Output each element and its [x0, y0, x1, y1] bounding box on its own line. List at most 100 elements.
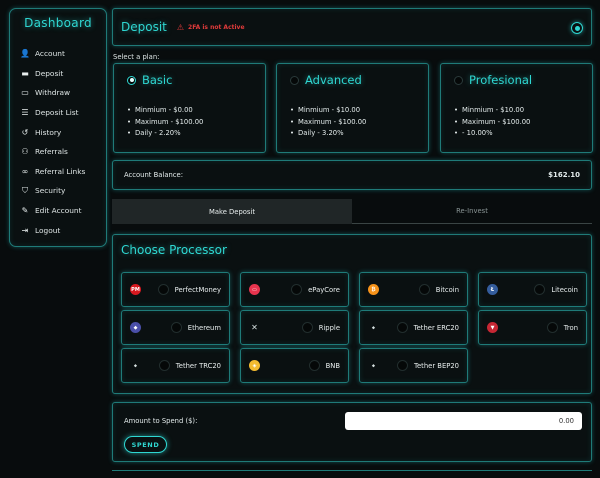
plan-card-advanced[interactable]: Advanced Minmium - $10.00 Maximum - $100…: [276, 63, 429, 153]
warning-icon: ⚠: [176, 22, 185, 32]
plan-name: Advanced: [305, 73, 362, 87]
select-plan-label: Select a plan:: [113, 53, 160, 61]
processor-radio[interactable]: [418, 284, 430, 295]
processor-name: Tether TRC20: [175, 361, 221, 370]
plan-radio-profesional[interactable]: [454, 75, 463, 85]
plan-detail: Minmium - $10.00: [290, 105, 428, 117]
processor-option[interactable]: ⬩ Tether TRC20: [121, 348, 230, 383]
plan-detail: Daily - 2.20%: [127, 128, 265, 140]
plan-detail: Maximum - $100.00: [290, 117, 428, 129]
tether-bep20-icon: ⬩: [372, 360, 375, 370]
processor-name: BNB: [325, 361, 340, 370]
processor-option[interactable]: ▼ Tron: [478, 310, 587, 345]
sidebar-item-label: Account: [35, 49, 65, 59]
withdraw-icon: ▭: [21, 88, 29, 98]
processor-name: Ethereum: [187, 323, 221, 332]
sidebar-item-deposit[interactable]: ▬ Deposit: [10, 64, 106, 84]
plan-card-basic[interactable]: Basic Minmium - $0.00 Maximum - $100.00 …: [113, 63, 266, 153]
sidebar-menu: 👤 Account ▬ Deposit ▭ Withdraw ☰ Deposit Lis…: [10, 44, 106, 240]
edit-icon: ✎: [21, 206, 29, 216]
plan-detail: Daily - 3.20%: [290, 128, 428, 140]
sidebar-item-label: Referral Links: [35, 166, 86, 176]
plan-radio-basic[interactable]: [127, 75, 136, 85]
sidebar-item-withdraw[interactable]: ▭ Withdraw: [10, 83, 106, 103]
balance-value: $162.10: [548, 171, 580, 179]
tab-re-invest[interactable]: Re-Invest: [352, 199, 592, 224]
processor-option[interactable]: ⬩ Tether ERC20: [359, 310, 468, 345]
sidebar-item-edit-account[interactable]: ✎ Edit Account: [10, 201, 106, 221]
sidebar-item-referral-links[interactable]: ∞ Referral Links: [10, 162, 106, 182]
sidebar-item-label: History: [35, 127, 62, 137]
processor-radio[interactable]: [301, 322, 313, 333]
processor-radio[interactable]: [157, 284, 169, 295]
bottom-divider: [112, 470, 592, 478]
processor-option[interactable]: ◈ BNB: [240, 348, 349, 383]
processor-radio[interactable]: [396, 322, 408, 333]
processor-option[interactable]: PM PerfectMoney: [121, 272, 230, 307]
tether-trc20-icon: ⬩: [134, 360, 137, 370]
sidebar-item-label: Edit Account: [35, 206, 82, 216]
amount-label: Amount to Spend ($):: [124, 417, 198, 425]
plan-detail: Maximum - $100.00: [127, 117, 265, 129]
plan-detail: - 10.00%: [454, 128, 592, 140]
sidebar-item-account[interactable]: 👤 Account: [10, 44, 106, 64]
tron-icon: ▼: [487, 322, 498, 333]
plan-name: Profesional: [469, 73, 533, 87]
plan-card-profesional[interactable]: Profesional Minmium - $10.00 Maximum - $…: [440, 63, 593, 153]
sidebar-item-history[interactable]: ↺ History: [10, 122, 106, 142]
account-balance-bar: Account Balance: $162.10: [112, 160, 592, 190]
sidebar-item-logout[interactable]: ⇥ Logout: [10, 220, 106, 240]
processor-name: Tether ERC20: [413, 323, 459, 332]
history-icon: ↺: [21, 127, 29, 137]
sidebar-item-label: Logout: [35, 225, 61, 235]
processor-name: Litecoin: [551, 285, 578, 294]
sidebar-item-label: Deposit List: [35, 108, 79, 118]
sidebar-item-referrals[interactable]: ⚇ Referrals: [10, 142, 106, 162]
processor-radio[interactable]: [397, 360, 408, 371]
sidebar-item-label: Security: [35, 186, 66, 196]
spend-button[interactable]: SPEND: [124, 436, 167, 453]
processor-option[interactable]: Ł Litecoin: [478, 272, 587, 307]
deposit-tabs: Make Deposit Re-Invest: [112, 199, 592, 224]
processor-radio[interactable]: [291, 284, 303, 295]
page-title: Deposit: [121, 20, 167, 34]
processor-title: Choose Processor: [121, 243, 227, 257]
epaycore-icon: ▭: [249, 284, 260, 295]
perfectmoney-icon: PM: [130, 284, 141, 295]
ripple-icon: ✕: [251, 323, 258, 332]
processor-option[interactable]: ◆ Ethereum: [121, 310, 230, 345]
processor-option[interactable]: ✕ Ripple: [240, 310, 349, 345]
sidebar-item-label: Withdraw: [35, 88, 71, 98]
list-icon: ☰: [21, 108, 29, 118]
processor-radio[interactable]: [158, 360, 170, 371]
processor-radio[interactable]: [534, 284, 546, 295]
plan-radio-advanced[interactable]: [290, 75, 299, 85]
sidebar: Dashboard 👤 Account ▬ Deposit ▭ Withdraw ☰ D…: [9, 8, 107, 247]
shield-icon: ⛉: [22, 185, 28, 195]
processor-radio[interactable]: [546, 322, 558, 333]
header-radio-toggle[interactable]: [571, 22, 583, 34]
processor-option[interactable]: ₿ Bitcoin: [359, 272, 468, 307]
balance-label: Account Balance:: [124, 171, 184, 179]
processor-option[interactable]: ⬩ Tether BEP20: [359, 348, 468, 383]
processor-name: PerfectMoney: [174, 285, 221, 294]
spend-panel: Amount to Spend ($): SPEND: [112, 402, 592, 462]
twofa-warning: ⚠ 2FA is not Active: [177, 23, 245, 32]
processor-name: ePayCore: [308, 285, 340, 294]
tab-make-deposit[interactable]: Make Deposit: [112, 199, 352, 224]
amount-input[interactable]: [345, 412, 582, 430]
sidebar-item-label: Referrals: [35, 147, 68, 157]
wallet-icon: ▬: [21, 68, 29, 78]
deposit-header: Deposit ⚠ 2FA is not Active: [112, 8, 592, 46]
link-icon: ∞: [21, 166, 29, 176]
processor-name: Ripple: [318, 323, 340, 332]
litecoin-icon: Ł: [487, 284, 498, 295]
users-icon: ⚇: [21, 147, 29, 157]
sidebar-item-security[interactable]: ⛉ Security: [10, 181, 106, 201]
processor-option[interactable]: ▭ ePayCore: [240, 272, 349, 307]
sidebar-item-deposit-list[interactable]: ☰ Deposit List: [10, 103, 106, 123]
ethereum-icon: ◆: [130, 322, 141, 333]
processor-radio[interactable]: [308, 360, 320, 371]
processor-radio[interactable]: [170, 322, 182, 333]
processor-name: Bitcoin: [435, 285, 459, 294]
